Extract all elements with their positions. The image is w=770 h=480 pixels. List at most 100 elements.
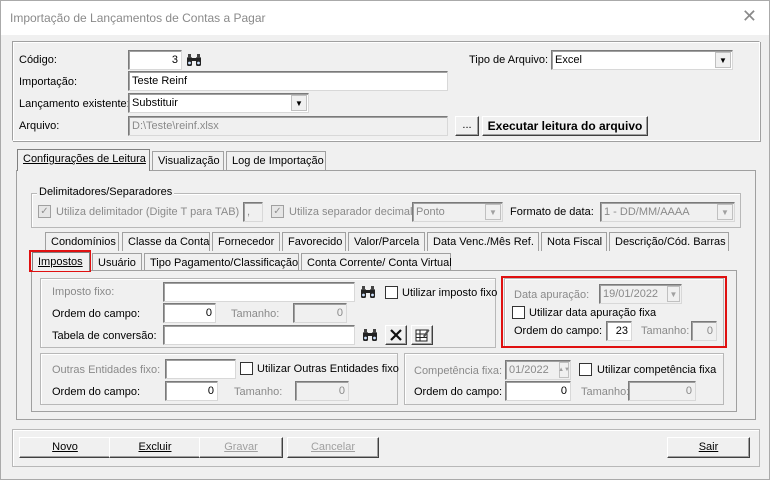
outras-entidades-tamanho-input[interactable]: 0 — [295, 381, 349, 401]
subtab-conta-corrente-label: Conta Corrente/ Conta Virtual — [307, 257, 452, 269]
novo-button[interactable]: Novo — [19, 437, 111, 458]
subtab-favorecido[interactable]: Favorecido — [282, 232, 346, 251]
tab-visualizacao[interactable]: Visualização — [152, 151, 224, 170]
tab-log-label: Log de Importação — [232, 155, 324, 167]
subtab-tipo-pagamento-label: Tipo Pagamento/Classificação — [150, 257, 299, 269]
utilizar-outras-entidades-checkbox[interactable] — [240, 362, 253, 375]
imposto-search-button[interactable] — [357, 282, 379, 302]
binoculars-icon — [361, 286, 375, 298]
subtab-descricao[interactable]: Descrição/Cód. Barras — [609, 232, 729, 251]
title-bar: Importação de Lançamentos de Contas a Pa… — [1, 1, 769, 35]
competencia-tamanho-input[interactable]: 0 — [628, 381, 696, 401]
executar-leitura-button[interactable]: Executar leitura do arquivo — [482, 116, 648, 136]
tabela-edit-button[interactable] — [411, 325, 433, 345]
subtab-nota-fiscal[interactable]: Nota Fiscal — [541, 232, 607, 251]
arquivo-label: Arquivo: — [19, 120, 60, 132]
delimitadores-title: Delimitadores/Separadores — [37, 186, 175, 198]
chevron-down-icon[interactable]: ▼ — [667, 286, 680, 302]
subtab-nota-fiscal-label: Nota Fiscal — [547, 236, 603, 248]
tipo-arquivo-select[interactable]: Excel ▼ — [551, 50, 733, 70]
imposto-ordem-input[interactable]: 0 — [163, 303, 216, 323]
chevron-down-icon[interactable]: ▼ — [485, 204, 501, 220]
subtab-impostos-label: Impostos — [38, 256, 83, 268]
lancamento-value: Substituir — [132, 97, 178, 109]
codigo-input[interactable]: 3 — [128, 50, 182, 70]
subtab-impostos[interactable]: Impostos — [32, 252, 90, 271]
data-apuracao-ordem-label: Ordem do campo: — [514, 325, 603, 337]
utiliza-separador-checkbox[interactable]: ✓ — [271, 205, 284, 218]
competencia-fixa-spinner[interactable]: 01/2022 ▲▼ — [505, 360, 571, 380]
utiliza-separador-label: Utiliza separador decimal — [289, 206, 413, 218]
outras-entidades-ordem-input[interactable]: 0 — [165, 381, 218, 401]
tabela-clear-button[interactable] — [385, 325, 407, 345]
importacao-input[interactable]: Teste Reinf — [128, 71, 448, 91]
codigo-search-button[interactable] — [183, 50, 205, 70]
imposto-tamanho-input[interactable]: 0 — [293, 303, 347, 323]
subtab-data-venc-label: Data Venc./Mês Ref. — [433, 236, 534, 248]
formato-data-label: Formato de data: — [510, 206, 594, 218]
app-window: Importação de Lançamentos de Contas a Pa… — [0, 0, 770, 480]
data-apuracao-ordem-input[interactable]: 23 — [606, 321, 632, 341]
separador-value: Ponto — [416, 206, 445, 218]
subtab-favorecido-label: Favorecido — [288, 236, 343, 248]
data-apuracao-tamanho-label: Tamanho: — [641, 325, 690, 337]
utilizar-imposto-fixo-checkbox[interactable] — [385, 286, 398, 299]
spinner-arrows-icon[interactable]: ▲▼ — [558, 362, 570, 378]
chevron-down-icon[interactable]: ▼ — [717, 204, 733, 220]
data-apuracao-tamanho-input[interactable]: 0 — [691, 321, 717, 341]
sair-label: Sair — [698, 441, 719, 453]
data-apuracao-picker[interactable]: 19/01/2022 ▼ — [599, 284, 682, 304]
tabela-search-button[interactable] — [359, 325, 381, 345]
subtab-condominios[interactable]: Condomínios — [45, 232, 119, 251]
data-apuracao-fixa-checkbox[interactable] — [512, 306, 525, 319]
subtab-classe-conta[interactable]: Classe da Conta — [122, 232, 210, 251]
competencia-ordem-input[interactable]: 0 — [505, 381, 571, 401]
lancamento-select[interactable]: Substituir ▼ — [128, 93, 309, 113]
tab-configuracoes-label: Configurações de Leitura — [23, 153, 146, 165]
binoculars-icon — [187, 54, 201, 66]
subtab-data-venc[interactable]: Data Venc./Mês Ref. — [427, 232, 539, 251]
subtab-classe-conta-label: Classe da Conta — [128, 236, 210, 248]
binoculars-icon — [363, 329, 377, 341]
outras-entidades-ordem-label: Ordem do campo: — [52, 386, 141, 398]
gravar-button[interactable]: Gravar — [199, 437, 283, 458]
imposto-fixo-label: Imposto fixo: — [52, 286, 115, 298]
tab-configuracoes[interactable]: Configurações de Leitura — [17, 149, 150, 171]
close-icon[interactable]: ✕ — [742, 6, 757, 27]
utilizar-outras-entidades-label: Utilizar Outras Entidades fixo — [257, 363, 399, 375]
chevron-down-icon[interactable]: ▼ — [291, 95, 307, 111]
novo-label: Novo — [52, 441, 78, 453]
subtab-fornecedor-label: Fornecedor — [218, 236, 275, 248]
imposto-fixo-input[interactable] — [163, 282, 355, 302]
utilizar-imposto-fixo-label: Utilizar imposto fixo — [402, 287, 498, 299]
subtab-fornecedor[interactable]: Fornecedor — [212, 232, 280, 251]
arquivo-input[interactable]: D:\Teste\reinf.xlsx — [128, 116, 448, 136]
outras-entidades-input[interactable] — [165, 359, 236, 379]
imposto-ordem-label: Ordem do campo: — [52, 308, 141, 320]
cancelar-label: Cancelar — [310, 441, 356, 453]
browse-button[interactable]: ... — [455, 116, 479, 136]
tab-visualizacao-label: Visualização — [158, 155, 220, 167]
separador-select[interactable]: Ponto ▼ — [412, 202, 503, 222]
formato-data-select[interactable]: 1 - DD/MM/AAAA ▼ — [600, 202, 735, 222]
x-icon — [390, 329, 402, 341]
sair-button[interactable]: Sair — [667, 437, 750, 458]
tipo-arquivo-value: Excel — [555, 54, 582, 66]
importacao-label: Importação: — [19, 76, 78, 88]
delimitador-input[interactable]: , — [243, 202, 263, 222]
outras-entidades-label: Outras Entidades fixo: — [52, 364, 161, 376]
cancelar-button[interactable]: Cancelar — [287, 437, 379, 458]
tab-log-importacao[interactable]: Log de Importação — [226, 151, 326, 170]
chevron-down-icon[interactable]: ▼ — [715, 52, 731, 68]
utiliza-delimitador-checkbox[interactable]: ✓ — [38, 205, 51, 218]
tipo-arquivo-label: Tipo de Arquivo: — [469, 54, 549, 66]
subtab-valor-parcela[interactable]: Valor/Parcela — [348, 232, 425, 251]
outras-entidades-tamanho-label: Tamanho: — [234, 386, 283, 398]
subtab-valor-parcela-label: Valor/Parcela — [354, 236, 420, 248]
utilizar-competencia-checkbox[interactable] — [579, 363, 592, 376]
excluir-button[interactable]: Excluir — [109, 437, 201, 458]
tabela-conversao-input[interactable] — [163, 325, 355, 345]
subtab-usuario-label: Usuário — [98, 257, 136, 269]
subtab-condominios-label: Condomínios — [51, 236, 116, 248]
formato-data-value: 1 - DD/MM/AAAA — [604, 206, 690, 218]
